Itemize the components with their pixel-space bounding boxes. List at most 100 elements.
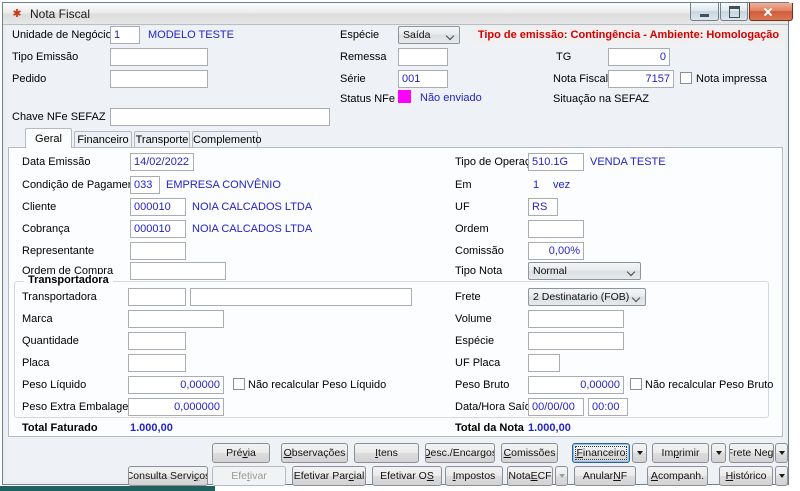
emission-banner: Tipo de emissão: Contingência - Ambiente… (472, 26, 785, 44)
nota-fiscal-label: Nota Fiscal (553, 73, 608, 85)
ordem-label: Ordem (455, 223, 489, 235)
chave-nfe-input[interactable] (110, 108, 330, 126)
placa-input[interactable] (128, 354, 186, 372)
tipo-operacao-desc: VENDA TESTE (590, 156, 666, 168)
nao-recalcular-peso-bruto-checkbox[interactable] (630, 378, 642, 390)
efetivar-parcial-button[interactable]: Efetivar Parcial (292, 466, 366, 486)
close-button[interactable] (749, 3, 793, 21)
cliente-input[interactable]: 000010 (130, 198, 186, 216)
total-nota-label: Total da Nota (455, 422, 524, 434)
tipo-emissao-input[interactable] (110, 48, 208, 66)
transportadora-group-title: Transportadora (24, 274, 113, 286)
tipo-emissao-label: Tipo Emissão (12, 51, 78, 63)
situacao-sefaz-label: Situação na SEFAZ (553, 93, 649, 105)
nao-recalcular-peso-liquido-checkbox[interactable] (233, 378, 245, 390)
acompanh-button[interactable]: Acompanh. (647, 466, 708, 486)
observacoes-button[interactable]: Observações (281, 443, 348, 463)
transportadora-code-input[interactable] (128, 288, 186, 306)
data-emissao-input[interactable]: 14/02/2022 (130, 153, 194, 171)
financeiro-button[interactable]: Financeiro (572, 443, 630, 463)
uf-input[interactable]: RS (528, 198, 558, 216)
efetivar-button: Efetivar (212, 466, 286, 486)
marca-input[interactable] (128, 310, 224, 328)
background-window-edge (0, 486, 215, 491)
consulta-servicos-button[interactable]: Consulta Serviços (128, 466, 208, 486)
remessa-input[interactable] (398, 48, 448, 66)
unidade-negocio-label: Unidade de Negócio (12, 29, 112, 41)
remessa-label: Remessa (340, 51, 386, 63)
impostos-button[interactable]: Impostos (445, 466, 503, 486)
financeiro-dropdown-arrow[interactable] (632, 443, 647, 463)
tab-geral[interactable]: Geral (25, 128, 72, 148)
efetivar-os-button[interactable]: Efetivar OS (372, 466, 442, 486)
peso-extra-input[interactable]: 0,000000 (128, 398, 224, 416)
nota-impressa-checkbox[interactable] (680, 72, 692, 84)
itens-button[interactable]: Itens (354, 443, 419, 463)
imprimir-button[interactable]: Imprimir (652, 443, 709, 463)
especie-transporte-label: Espécie (455, 335, 494, 347)
nota-impressa-label: Nota impressa (696, 73, 767, 85)
representante-input[interactable] (130, 242, 186, 260)
imprimir-dropdown-arrow[interactable] (711, 443, 726, 463)
total-faturado-label: Total Faturado (22, 422, 98, 434)
window-controls (689, 3, 793, 21)
frete-neg-button[interactable]: Frete Neg. (729, 443, 774, 463)
especie-select[interactable]: Saída (398, 26, 460, 44)
tab-financeiro[interactable]: Financeiro (74, 131, 132, 148)
total-faturado-value: 1.000,00 (130, 422, 173, 434)
volume-input[interactable] (528, 310, 624, 328)
quantidade-input[interactable] (128, 332, 186, 350)
previa-button[interactable]: Prévia (212, 443, 270, 463)
pedido-input[interactable] (110, 70, 208, 88)
transportadora-name-input[interactable] (190, 288, 412, 306)
unidade-negocio-input[interactable]: 1 (110, 26, 140, 44)
desc-encargos-button[interactable]: Desc./Encargos (425, 443, 495, 463)
frete-neg-dropdown-arrow[interactable] (775, 443, 788, 463)
em-label: Em (455, 179, 472, 191)
transportadora-label: Transportadora (22, 291, 97, 303)
serie-input[interactable]: 001 (398, 70, 448, 88)
nota-ecf-button[interactable]: Nota ECF (507, 466, 553, 486)
cobranca-input[interactable]: 000010 (130, 220, 186, 238)
comissao-input[interactable]: 0,00% (528, 242, 584, 260)
tg-input[interactable]: 0 (608, 48, 670, 66)
placa-label: Placa (22, 357, 50, 369)
condicao-pagamento-input[interactable]: 033 (130, 176, 160, 194)
tipo-operacao-input[interactable]: 510.1G (528, 153, 584, 171)
chave-nfe-label: Chave NFe SEFAZ (12, 111, 106, 123)
ordem-compra-input[interactable] (130, 262, 226, 280)
uf-placa-input[interactable] (528, 354, 560, 372)
nao-recalcular-peso-bruto-label: Não recalcular Peso Bruto (645, 379, 773, 391)
ordem-input[interactable] (528, 220, 584, 238)
especie-transporte-input[interactable] (528, 332, 624, 350)
app-icon: ✱ (9, 7, 25, 21)
tab-complemento[interactable]: Complemento (192, 131, 258, 148)
cobranca-desc: NOIA CALCADOS LTDA (192, 223, 312, 235)
nao-recalcular-peso-liquido-label: Não recalcular Peso Líquido (248, 379, 386, 391)
data-emissao-label: Data Emissão (22, 156, 90, 168)
frete-select[interactable]: 2 Destinatario (FOB) (528, 288, 646, 306)
tab-transporte[interactable]: Transporte (134, 131, 190, 148)
tipo-nota-select[interactable]: Normal (528, 262, 641, 280)
uf-placa-label: UF Placa (455, 357, 500, 369)
peso-extra-label: Peso Extra Embalagem (22, 401, 138, 413)
title-bar[interactable]: ✱ Nota Fiscal (3, 3, 788, 25)
data-saida-input[interactable]: 00/00/00 (528, 398, 584, 416)
historico-dropdown-arrow[interactable] (775, 466, 788, 486)
peso-bruto-input[interactable]: 0,00000 (528, 376, 624, 394)
historico-button[interactable]: Histórico (719, 466, 773, 486)
peso-liquido-label: Peso Líquido (22, 379, 86, 391)
nota-fiscal-input[interactable]: 7157 (608, 70, 674, 88)
condicao-pagamento-label: Condição de Pagamento (22, 179, 143, 191)
maximize-button[interactable] (720, 3, 748, 21)
hora-saida-input[interactable]: 00:00 (588, 398, 628, 416)
peso-liquido-input[interactable]: 0,00000 (128, 376, 224, 394)
tipo-nota-label: Tipo Nota (455, 265, 502, 277)
comissoes-button[interactable]: Comissões (501, 443, 558, 463)
peso-bruto-label: Peso Bruto (455, 379, 509, 391)
minimize-button[interactable] (690, 3, 719, 21)
anular-nf-button[interactable]: Anular NF (574, 466, 636, 486)
status-nfe-value: Não enviado (420, 92, 482, 104)
tg-label: TG (556, 51, 571, 63)
cliente-desc: NOIA CALCADOS LTDA (192, 201, 312, 213)
